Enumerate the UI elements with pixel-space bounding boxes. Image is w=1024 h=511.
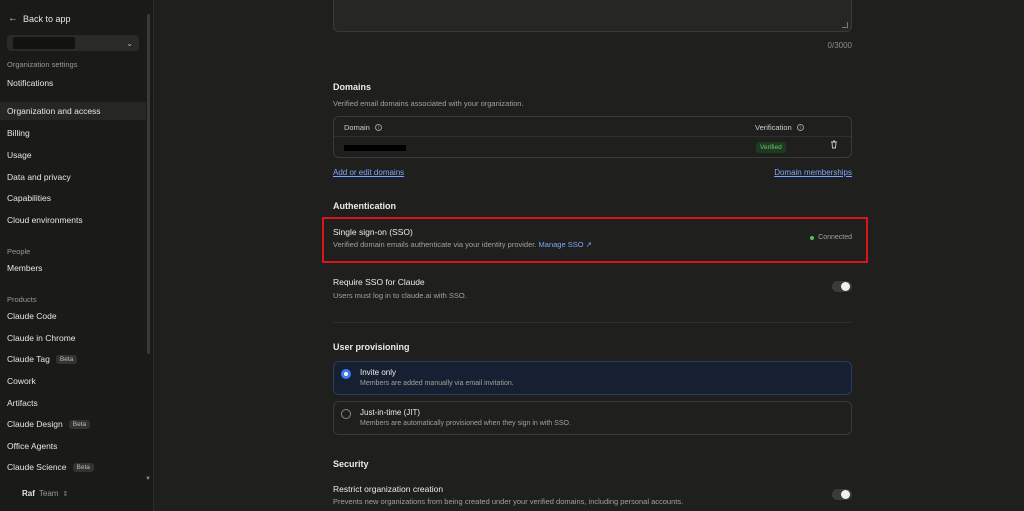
add-edit-domains-link[interactable]: Add or edit domains [333,168,404,177]
radio-selected-icon[interactable] [341,369,351,379]
people-label: People [7,247,31,256]
sidebar-item-claude-science[interactable]: Claude Science Beta [7,462,94,472]
require-sso-title: Require SSO for Claude [333,277,425,287]
sso-status-label: Connected [818,234,852,241]
option-title: Just-in-time (JIT) [360,408,420,417]
domain-memberships-link[interactable]: Domain memberships [774,168,852,177]
domains-table: Domain i Verification i Verified [333,116,852,158]
sidebar-item-usage[interactable]: Usage [7,150,32,160]
organization-selector[interactable]: ⌄ [7,35,139,51]
sidebar-item-label: Claude Science [7,462,67,472]
resize-handle-icon[interactable] [842,22,848,28]
sidebar-item-claude-tag[interactable]: Claude Tag Beta [7,354,78,364]
verification-column-header: Verification i [755,123,804,132]
beta-badge: Beta [55,354,78,364]
domain-column-label: Domain [344,123,370,132]
back-label: Back to app [23,13,71,24]
sidebar-item-label: Claude Tag [7,354,50,364]
sidebar-scrollbar[interactable] [147,14,150,354]
verified-status-badge: Verified [756,142,786,153]
section-divider [333,322,852,323]
arrow-left-icon: ← [8,13,18,24]
toggle-knob [841,282,850,291]
trash-icon[interactable] [830,140,838,149]
radio-unselected-icon[interactable] [341,409,351,419]
option-description: Members are automatically provisioned wh… [360,420,571,427]
sidebar-item-organization-access[interactable]: Organization and access [0,102,146,120]
sidebar-item-label: Cowork [7,376,36,386]
sso-title: Single sign-on (SSO) [333,227,413,237]
sidebar-item-capabilities[interactable]: Capabilities [7,193,51,203]
security-heading: Security [333,459,369,469]
sidebar-item-artifacts[interactable]: Artifacts [7,398,38,408]
external-link-icon: ↗ [585,240,592,249]
sidebar-item-cloud-environments[interactable]: Cloud environments [7,215,83,225]
jit-option[interactable]: Just-in-time (JIT) Members are automatic… [333,401,852,435]
user-menu[interactable]: Raf Team ⇕ [22,489,68,498]
sidebar-item-members[interactable]: Members [7,263,42,273]
authentication-heading: Authentication [333,201,396,211]
manage-sso-link[interactable]: Manage SSO ↗ [539,240,592,249]
sidebar: ← Back to app ⌄ Organization settings No… [0,0,154,511]
sidebar-item-notifications[interactable]: Notifications [7,78,53,88]
back-to-app-link[interactable]: ← Back to app [8,13,71,24]
invite-only-option[interactable]: Invite only Members are added manually v… [333,361,852,395]
beta-badge: Beta [72,462,94,472]
manage-sso-label: Manage SSO [538,240,584,249]
connected-dot-icon [810,235,815,240]
table-divider [334,136,851,137]
sidebar-item-cowork[interactable]: Cowork [7,376,36,386]
sidebar-item-label: Office Agents [7,441,58,451]
sidebar-item-claude-code[interactable]: Claude Code [7,311,57,321]
user-provisioning-heading: User provisioning [333,342,410,352]
info-icon[interactable]: i [796,124,804,131]
domains-heading: Domains [333,82,372,92]
org-settings-label: Organization settings [7,60,78,69]
sidebar-item-data-privacy[interactable]: Data and privacy [7,172,71,182]
sso-status: Connected [810,234,852,241]
restrict-org-title: Restrict organization creation [333,484,444,494]
user-name: Raf [22,489,35,498]
scroll-down-arrow-icon[interactable]: ▼ [145,476,151,482]
description-textarea[interactable] [333,0,852,32]
sso-description: Verified domain emails authenticate via … [333,240,592,249]
require-sso-description: Users must log in to claude.ai with SSO. [333,291,467,300]
option-title: Invite only [360,368,397,377]
beta-badge: Beta [68,419,91,429]
sidebar-item-billing[interactable]: Billing [7,128,30,138]
sidebar-item-label: Claude Code [7,311,57,321]
domain-name-redacted [344,145,406,151]
restrict-org-description: Prevents new organizations from being cr… [333,497,684,506]
sidebar-item-office-agents[interactable]: Office Agents [7,441,57,451]
chevron-up-down-icon: ⇕ [62,490,69,498]
domains-description: Verified email domains associated with y… [333,99,524,108]
info-icon[interactable]: i [374,124,382,131]
sso-desc-text: Verified domain emails authenticate via … [333,240,537,249]
sidebar-item-label: Claude in Chrome [7,333,76,343]
restrict-org-toggle[interactable] [832,489,852,500]
sidebar-item-label: Artifacts [7,398,38,408]
sidebar-item-label: Claude Design [7,419,63,429]
sidebar-item-claude-in-chrome[interactable]: Claude in Chrome [7,333,76,343]
char-counter: 0/3000 [827,41,852,50]
verification-column-label: Verification [755,123,792,132]
domain-column-header: Domain i [344,123,382,132]
org-name-redacted [13,37,75,49]
chevron-down-icon: ⌄ [126,38,133,48]
user-plan: Team [38,489,59,498]
sidebar-item-claude-design[interactable]: Claude Design Beta [7,419,91,429]
toggle-knob [841,490,850,499]
require-sso-toggle[interactable] [832,281,852,292]
products-label: Products [7,295,37,304]
option-description: Members are added manually via email inv… [360,380,514,387]
